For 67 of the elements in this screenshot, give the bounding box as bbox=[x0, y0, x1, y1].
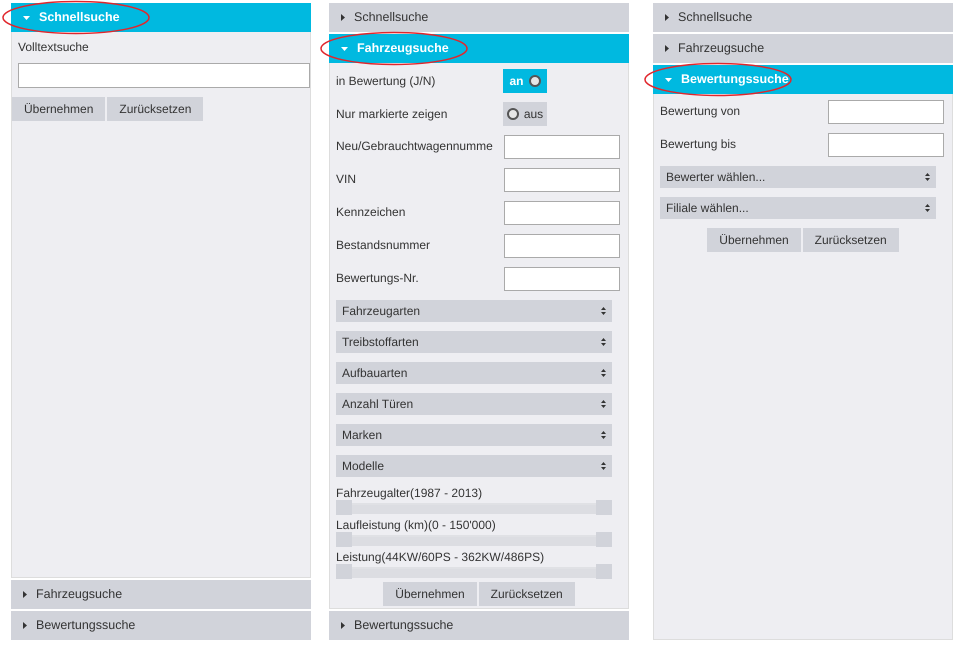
slider-thumb[interactable] bbox=[596, 500, 612, 515]
select-dropdown[interactable]: Marken bbox=[336, 424, 612, 446]
slider-thumb[interactable] bbox=[336, 532, 352, 547]
sort-arrows-icon bbox=[601, 369, 606, 377]
select-dropdown[interactable]: Aufbauarten bbox=[336, 362, 612, 384]
slider-thumb[interactable] bbox=[336, 564, 352, 579]
radio-icon bbox=[506, 108, 519, 120]
accordion-header[interactable]: Bewertungssuche bbox=[11, 611, 311, 640]
slider-label: Leistung(44KW/60PS - 362KW/486PS) bbox=[336, 550, 546, 564]
select-dropdown[interactable]: Treibstoffarten bbox=[336, 331, 612, 353]
slider-label: Fahrzeugalter(1987 - 2013) bbox=[336, 486, 484, 500]
radio-icon bbox=[528, 75, 540, 87]
field-label: Bestandsnummer bbox=[336, 237, 430, 254]
accordion-header[interactable]: Bewertungssuche bbox=[329, 611, 629, 640]
slider-thumb[interactable] bbox=[336, 500, 352, 515]
input-field[interactable] bbox=[828, 133, 944, 157]
form-button[interactable]: Zurücksetzen bbox=[107, 97, 204, 121]
input-field[interactable] bbox=[504, 234, 620, 258]
caret-right-icon bbox=[341, 622, 345, 629]
input-field[interactable] bbox=[18, 63, 310, 88]
input-field[interactable] bbox=[504, 168, 620, 192]
field-label: Bewertung bis bbox=[660, 136, 736, 153]
field-label: Kennzeichen bbox=[336, 204, 406, 221]
input-field[interactable] bbox=[828, 100, 944, 124]
sort-arrows-icon bbox=[925, 204, 930, 212]
caret-right-icon bbox=[23, 622, 27, 629]
form-button[interactable]: Übernehmen bbox=[707, 228, 801, 252]
field-label: VIN bbox=[336, 171, 356, 188]
select-dropdown[interactable]: Anzahl Türen bbox=[336, 393, 612, 415]
caret-down-icon bbox=[665, 78, 672, 82]
caret-right-icon bbox=[665, 45, 669, 52]
accordion-header[interactable]: Schnellsuche bbox=[653, 3, 953, 32]
form-button[interactable]: Zurücksetzen bbox=[802, 228, 899, 252]
sort-arrows-icon bbox=[601, 338, 606, 346]
caret-down-icon bbox=[23, 16, 30, 20]
select-dropdown[interactable]: Modelle bbox=[336, 455, 612, 477]
toggle-switch[interactable]: aus bbox=[503, 102, 547, 126]
slider-thumb[interactable] bbox=[596, 532, 612, 547]
caret-right-icon bbox=[23, 591, 27, 598]
field-label: Neu/Gebrauchtwagennumme bbox=[336, 138, 493, 155]
accordion-header[interactable]: Fahrzeugsuche bbox=[653, 34, 953, 63]
sort-arrows-icon bbox=[925, 173, 930, 181]
select-dropdown[interactable]: Bewerter wählen... bbox=[660, 166, 936, 188]
accordion-header[interactable]: Schnellsuche bbox=[329, 3, 629, 32]
field-label: Bewertungs-Nr. bbox=[336, 270, 419, 287]
caret-right-icon bbox=[341, 14, 345, 21]
accordion-header[interactable]: Fahrzeugsuche bbox=[11, 580, 311, 609]
field-label: in Bewertung (J/N) bbox=[336, 73, 436, 90]
field-label: Bewertung von bbox=[660, 103, 740, 120]
field-label: Volltextsuche bbox=[18, 39, 90, 56]
form-button[interactable]: Übernehmen bbox=[12, 97, 106, 121]
input-field[interactable] bbox=[504, 135, 620, 159]
field-label: Nur markierte zeigen bbox=[336, 106, 448, 123]
sort-arrows-icon bbox=[601, 307, 606, 315]
caret-right-icon bbox=[665, 14, 669, 21]
sort-arrows-icon bbox=[601, 431, 606, 439]
input-field[interactable] bbox=[504, 267, 620, 291]
form-button[interactable]: Zurücksetzen bbox=[478, 582, 575, 606]
select-dropdown[interactable]: Filiale wählen... bbox=[660, 197, 936, 219]
slider-label: Laufleistung (km)(0 - 150'000) bbox=[336, 518, 497, 532]
slider-thumb[interactable] bbox=[596, 564, 612, 579]
sort-arrows-icon bbox=[601, 400, 606, 408]
select-dropdown[interactable]: Fahrzeugarten bbox=[336, 300, 612, 322]
sort-arrows-icon bbox=[601, 462, 606, 470]
input-field[interactable] bbox=[504, 201, 620, 225]
form-button[interactable]: Übernehmen bbox=[383, 582, 477, 606]
caret-down-icon bbox=[341, 46, 348, 50]
